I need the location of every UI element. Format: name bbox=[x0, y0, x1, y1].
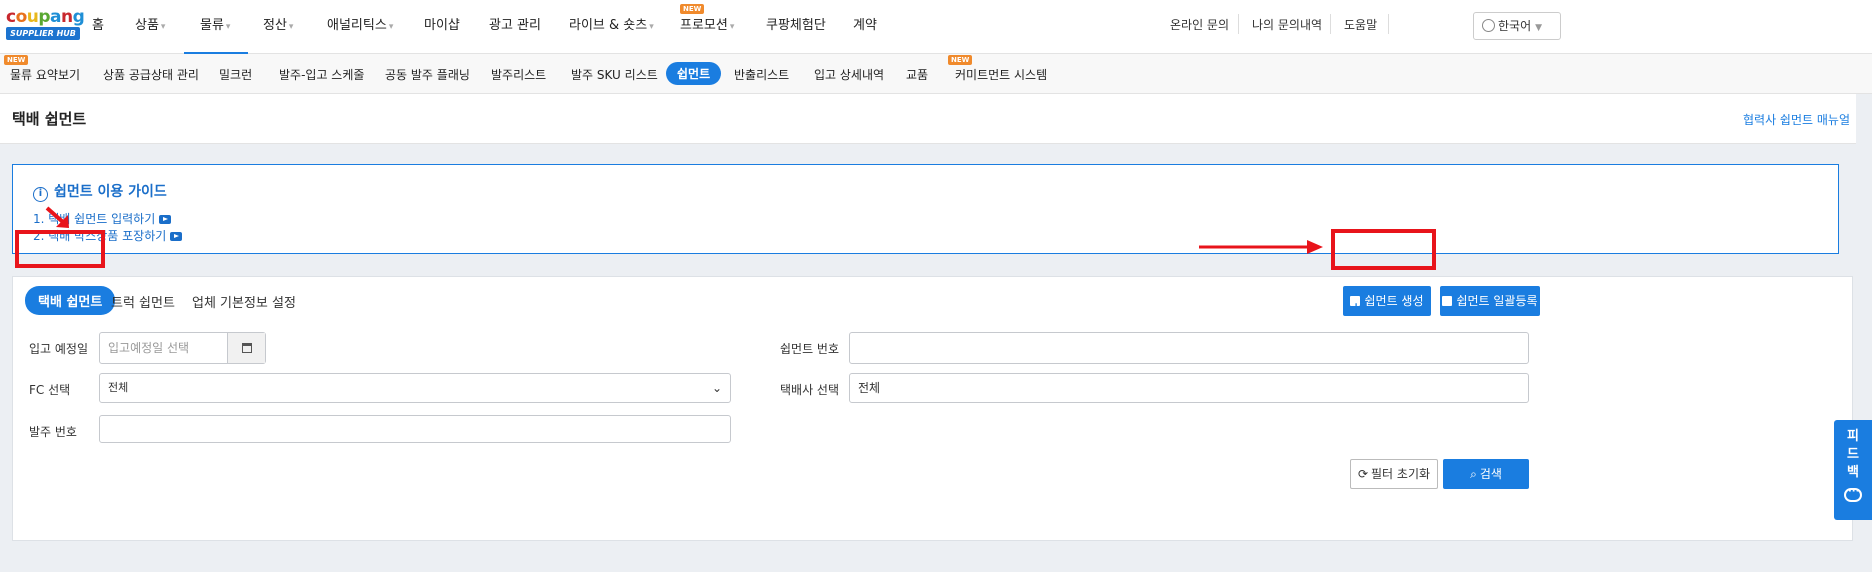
chevron-down-icon: ▾ bbox=[649, 22, 654, 32]
guide-title: i 쉽먼트 이용 가이드 bbox=[33, 181, 167, 202]
chevron-down-icon: ▼ bbox=[1535, 23, 1543, 33]
shipment-no-label: 쉽먼트 번호 bbox=[780, 342, 840, 356]
subnav-inbound-detail[interactable]: 입고 상세내역 bbox=[814, 66, 884, 83]
shipment-manual-link[interactable]: 협력사 쉽먼트 매뉴얼 bbox=[1743, 111, 1850, 128]
divider bbox=[1388, 14, 1389, 34]
shipment-no-input[interactable] bbox=[849, 332, 1529, 364]
tab-parcel-shipment[interactable]: 택배 쉽먼트 bbox=[25, 286, 116, 315]
menu-promotion[interactable]: NEW 프로모션 ▾ bbox=[680, 0, 734, 54]
po-number-input[interactable] bbox=[99, 415, 731, 443]
subnav-po-schedule[interactable]: 발주-입고 스케줄 bbox=[279, 66, 364, 83]
supplier-hub-label: SUPPLIER HUB bbox=[6, 27, 80, 40]
logo-wordmark: coupang bbox=[6, 7, 85, 27]
eta-date-input[interactable]: 입고예정일 선택 bbox=[99, 332, 266, 364]
search-button[interactable]: ⌕ 검색 bbox=[1443, 459, 1529, 489]
annotation-arrow-icon bbox=[1199, 240, 1323, 254]
create-shipment-button[interactable]: 쉽먼트 생성 bbox=[1343, 286, 1431, 322]
menu-ads[interactable]: 광고 관리 bbox=[489, 0, 541, 54]
chevron-down-icon: ⌄ bbox=[711, 381, 722, 395]
reset-filter-button[interactable]: ⟳ 필터 초기화 bbox=[1350, 459, 1438, 489]
eta-label: 입고 예정일 bbox=[29, 342, 89, 356]
subnav-supply-status[interactable]: 상품 공급상태 관리 bbox=[103, 66, 199, 83]
my-inquiries-link[interactable]: 나의 문의내역 bbox=[1252, 16, 1322, 33]
video-play-icon bbox=[159, 215, 172, 224]
top-navigation: coupang SUPPLIER HUB 홈 상품 ▾ 물류 ▾ 정산 ▾ 애널리틱스… bbox=[0, 0, 1872, 54]
chat-bubble-icon bbox=[1844, 483, 1862, 502]
menu-contract[interactable]: 계약 bbox=[853, 0, 877, 54]
new-badge: NEW bbox=[680, 4, 705, 14]
subnav-po-list[interactable]: 발주리스트 bbox=[491, 66, 546, 83]
subnav-milkrun[interactable]: 밀크런 bbox=[219, 66, 252, 83]
chevron-down-icon: ▾ bbox=[160, 22, 166, 32]
menu-myshop[interactable]: 마이샵 bbox=[424, 0, 460, 54]
fc-select[interactable]: 전체 ⌄ bbox=[99, 373, 731, 403]
fc-label: FC 선택 bbox=[29, 383, 71, 397]
chevron-down-icon: ▾ bbox=[225, 22, 231, 32]
shipment-guide-box: i 쉽먼트 이용 가이드 1. 택배 쉽먼트 입력하기 2. 택배 박스상품 포장… bbox=[12, 164, 1839, 254]
new-badge: NEW bbox=[4, 55, 29, 65]
chevron-down-icon: ▾ bbox=[388, 22, 394, 32]
online-inquiry-link[interactable]: 온라인 문의 bbox=[1170, 16, 1229, 33]
bulk-register-button[interactable]: 쉽먼트 일괄등록 bbox=[1440, 286, 1540, 316]
menu-experience[interactable]: 쿠팡체험단 bbox=[766, 0, 826, 54]
coupang-logo[interactable]: coupang SUPPLIER HUB bbox=[6, 7, 85, 42]
feedback-tab[interactable]: 피 드 백 bbox=[1834, 420, 1872, 520]
refresh-icon: ⟳ bbox=[1357, 467, 1369, 481]
annotation-arrow-icon bbox=[45, 206, 69, 228]
menu-analytics[interactable]: 애널리틱스 ▾ bbox=[327, 0, 393, 54]
courier-select[interactable]: 전체 bbox=[849, 373, 1529, 403]
tab-vendor-settings[interactable]: 업체 기본정보 설정 bbox=[192, 292, 296, 311]
search-icon: ⌕ bbox=[1470, 467, 1477, 481]
menu-logistics[interactable]: 물류 ▾ bbox=[184, 0, 248, 54]
menu-settlement[interactable]: 정산 ▾ bbox=[263, 0, 293, 54]
subnav-return-list[interactable]: 반출리스트 bbox=[734, 66, 789, 83]
page-header: 택배 쉽먼트 협력사 쉽먼트 매뉴얼 bbox=[0, 94, 1856, 144]
chevron-down-icon: ▾ bbox=[288, 22, 294, 32]
shipment-search-card: 택배 쉽먼트 트럭 쉽먼트 업체 기본정보 설정 쉽먼트 생성 쉽먼트 일괄등록… bbox=[12, 276, 1853, 541]
highlight-create-button bbox=[1331, 229, 1436, 270]
new-badge: NEW bbox=[948, 55, 973, 65]
plus-square-icon bbox=[1350, 292, 1361, 322]
divider bbox=[1330, 14, 1331, 34]
logistics-subnav: NEW 물류 요약보기 상품 공급상태 관리 밀크런 발주-입고 스케줄 공동 … bbox=[0, 54, 1872, 94]
video-play-icon bbox=[170, 232, 183, 241]
calendar-icon[interactable] bbox=[227, 333, 265, 363]
chevron-down-icon: ▾ bbox=[729, 22, 735, 32]
po-label: 발주 번호 bbox=[29, 425, 77, 439]
subnav-shipment[interactable]: 쉽먼트 bbox=[666, 62, 722, 85]
page-title: 택배 쉽먼트 bbox=[12, 110, 87, 128]
courier-label: 택배사 선택 bbox=[780, 383, 840, 397]
subnav-logistics-summary[interactable]: 물류 요약보기 bbox=[10, 66, 80, 83]
menu-products[interactable]: 상품 ▾ bbox=[135, 0, 165, 54]
info-icon: i bbox=[33, 187, 48, 202]
menu-live-shorts[interactable]: 라이브 & 숏츠 ▾ bbox=[569, 0, 654, 54]
subnav-po-sku-list[interactable]: 발주 SKU 리스트 bbox=[571, 66, 658, 83]
tab-truck-shipment[interactable]: 트럭 쉽먼트 bbox=[111, 292, 175, 311]
divider bbox=[1238, 14, 1239, 34]
subnav-commitment[interactable]: 커미트먼트 시스템 bbox=[955, 66, 1047, 83]
subnav-exchange[interactable]: 교품 bbox=[906, 66, 928, 83]
language-select[interactable]: 한국어 ▼ bbox=[1473, 12, 1561, 40]
help-link[interactable]: 도움말 bbox=[1344, 16, 1377, 33]
upload-icon bbox=[1442, 296, 1453, 306]
shipment-tabs: 택배 쉽먼트 트럭 쉽먼트 업체 기본정보 설정 쉽먼트 생성 쉽먼트 일괄등록 bbox=[13, 277, 1852, 323]
highlight-parcel-tab bbox=[15, 230, 105, 268]
menu-home[interactable]: 홈 bbox=[92, 0, 104, 54]
subnav-joint-planning[interactable]: 공동 발주 플래닝 bbox=[385, 66, 470, 83]
globe-icon bbox=[1482, 19, 1495, 32]
